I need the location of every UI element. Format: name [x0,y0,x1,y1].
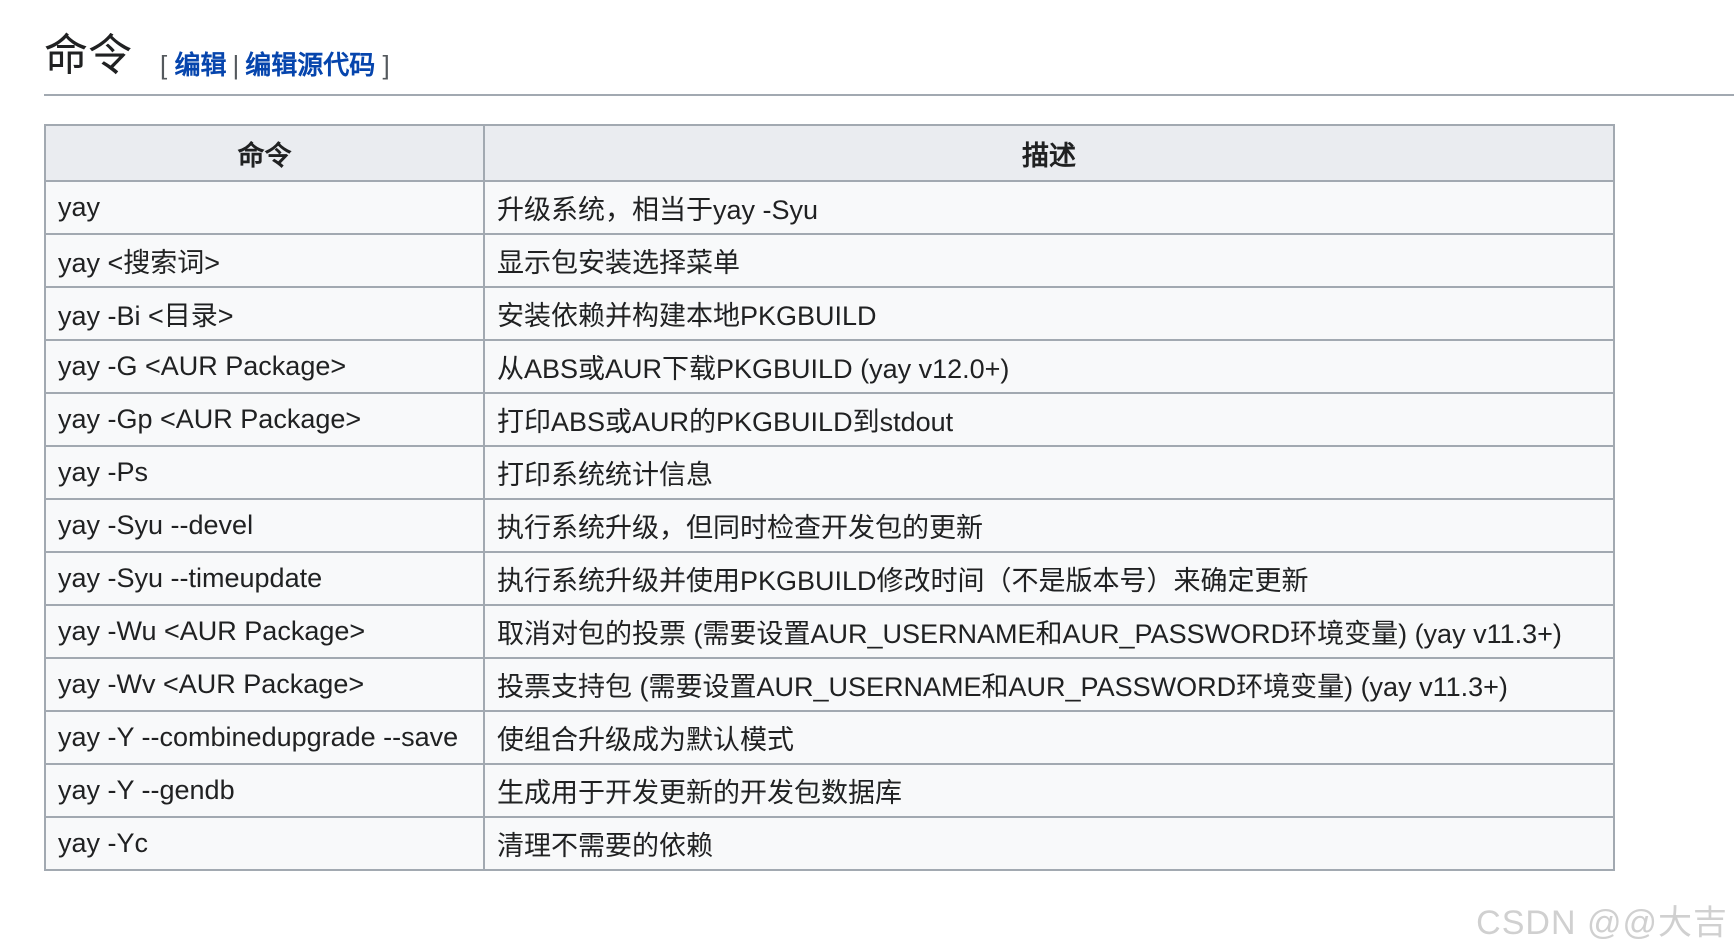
table-row: yay -Syu --timeupdate 执行系统升级并使用PKGBUILD修… [44,551,1615,606]
table-header-row: 命令 描述 [44,124,1615,182]
description-cell: 升级系统，相当于yay -Syu [483,180,1615,235]
table-row: yay -Wu <AUR Package> 取消对包的投票 (需要设置AUR_U… [44,604,1615,659]
table-row: yay -Syu --devel 执行系统升级，但同时检查开发包的更新 [44,498,1615,553]
edit-source-link[interactable]: 编辑源代码 [245,50,375,80]
header-command: 命令 [44,124,485,182]
table-row: yay -Wv <AUR Package> 投票支持包 (需要设置AUR_USE… [44,657,1615,712]
page: 命令 [ 编辑 | 编辑源代码 ] 命令 描述 yay 升级系统，相当于yay -S… [0,0,1734,950]
command-cell: yay -Y --combinedupgrade --save [44,710,485,765]
description-cell: 执行系统升级并使用PKGBUILD修改时间（不是版本号）来确定更新 [483,551,1615,606]
description-cell: 投票支持包 (需要设置AUR_USERNAME和AUR_PASSWORD环境变量… [483,657,1615,712]
table-row: yay -Gp <AUR Package> 打印ABS或AUR的PKGBUILD… [44,392,1615,447]
description-cell: 清理不需要的依赖 [483,816,1615,871]
command-cell: yay -G <AUR Package> [44,339,485,394]
table-row: yay -Yc 清理不需要的依赖 [44,816,1615,871]
description-cell: 执行系统升级，但同时检查开发包的更新 [483,498,1615,553]
command-cell: yay -Yc [44,816,485,871]
description-cell: 打印ABS或AUR的PKGBUILD到stdout [483,392,1615,447]
command-cell: yay -Ps [44,445,485,500]
table-row: yay -Y --gendb 生成用于开发更新的开发包数据库 [44,763,1615,818]
edit-section-links: [ 编辑 | 编辑源代码 ] [160,45,390,82]
edit-bracket-close: ] [382,49,390,80]
command-cell: yay -Syu --timeupdate [44,551,485,606]
table-row: yay -G <AUR Package> 从ABS或AUR下载PKGBUILD … [44,339,1615,394]
edit-separator: | [232,49,240,80]
commands-table: 命令 描述 yay 升级系统，相当于yay -Syu yay <搜索词> 显示包… [44,124,1615,871]
edit-link[interactable]: 编辑 [174,50,226,80]
description-cell: 显示包安装选择菜单 [483,233,1615,288]
command-cell: yay -Y --gendb [44,763,485,818]
description-cell: 使组合升级成为默认模式 [483,710,1615,765]
description-cell: 从ABS或AUR下载PKGBUILD (yay v12.0+) [483,339,1615,394]
table-row: yay <搜索词> 显示包安装选择菜单 [44,233,1615,288]
command-cell: yay -Syu --devel [44,498,485,553]
command-cell: yay [44,180,485,235]
table-row: yay -Ps 打印系统统计信息 [44,445,1615,500]
description-cell: 安装依赖并构建本地PKGBUILD [483,286,1615,341]
command-cell: yay -Gp <AUR Package> [44,392,485,447]
description-cell: 取消对包的投票 (需要设置AUR_USERNAME和AUR_PASSWORD环境… [483,604,1615,659]
edit-bracket-open: [ [160,49,168,80]
command-cell: yay <搜索词> [44,233,485,288]
command-cell: yay -Bi <目录> [44,286,485,341]
table-row: yay 升级系统，相当于yay -Syu [44,180,1615,235]
description-cell: 生成用于开发更新的开发包数据库 [483,763,1615,818]
description-cell: 打印系统统计信息 [483,445,1615,500]
header-description: 描述 [483,124,1615,182]
watermark: CSDN @@大吉 [1476,904,1728,942]
table-row: yay -Y --combinedupgrade --save 使组合升级成为默… [44,710,1615,765]
section-title: 命令 [44,31,132,80]
table-row: yay -Bi <目录> 安装依赖并构建本地PKGBUILD [44,286,1615,341]
command-cell: yay -Wu <AUR Package> [44,604,485,659]
section-heading: 命令 [ 编辑 | 编辑源代码 ] [44,26,1734,96]
command-cell: yay -Wv <AUR Package> [44,657,485,712]
